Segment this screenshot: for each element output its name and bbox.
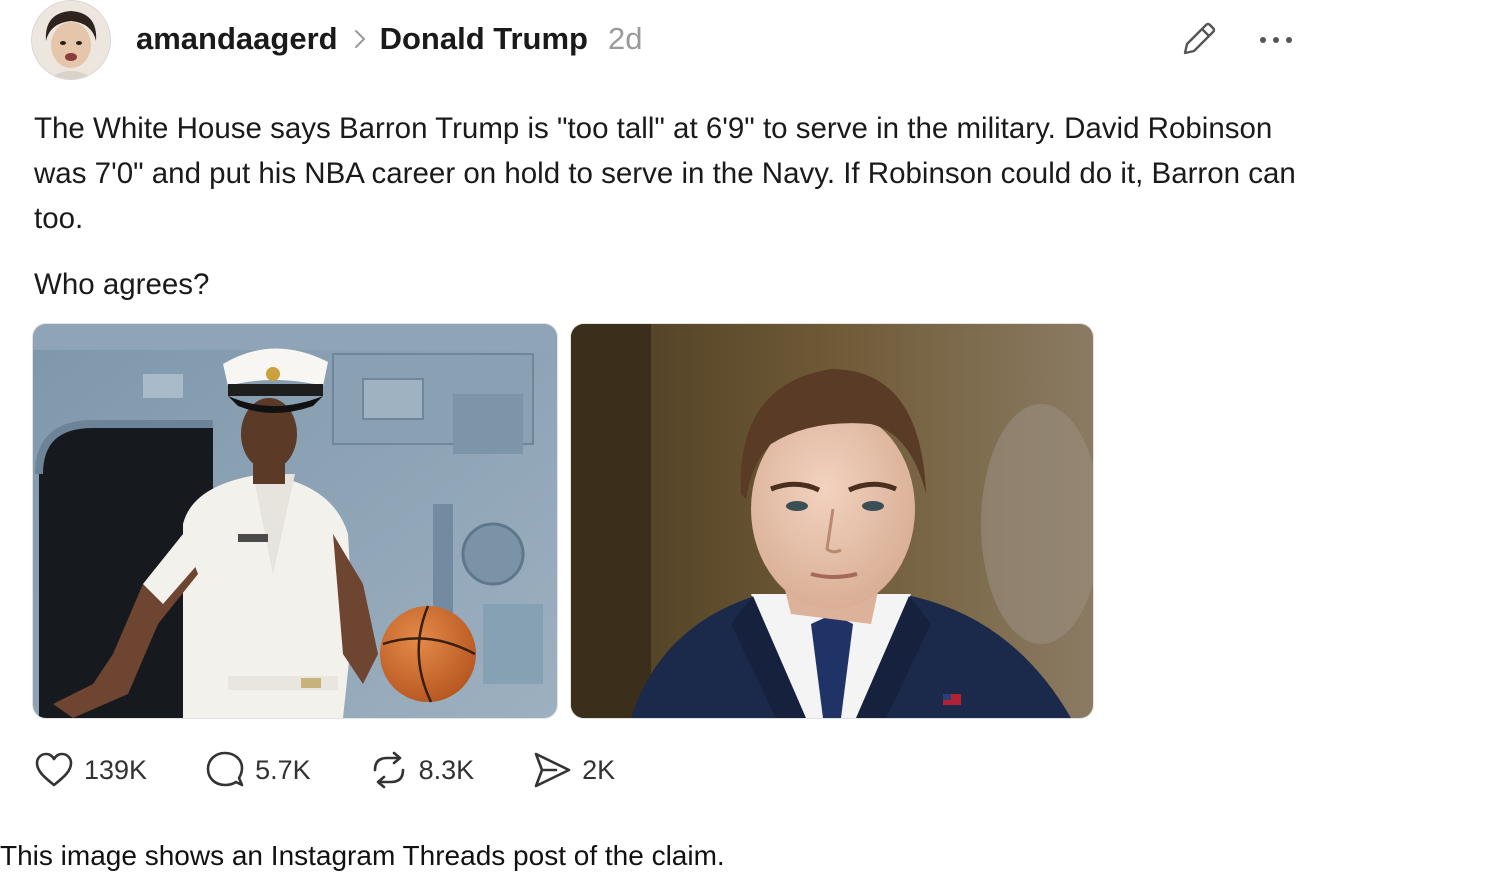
reply-count: 5.7K [255,754,311,785]
post-image-2[interactable] [570,323,1094,719]
image-caption: This image shows an Instagram Threads po… [0,840,725,871]
share-button[interactable]: 2K [530,748,615,792]
author-username[interactable]: amandaagerd [136,21,338,57]
pencil-icon [1183,22,1216,55]
action-bar: 139K 5.7K 8.3K 2K [32,745,615,795]
edit-button[interactable] [1178,18,1220,60]
more-options-button[interactable] [1252,22,1302,56]
post-text: The White House says Barron Trump is "to… [34,112,1296,235]
repost-button[interactable]: 8.3K [367,748,475,792]
post-image-1[interactable] [32,323,558,719]
avatar[interactable] [31,0,111,80]
reply-button[interactable]: 5.7K [203,748,311,792]
topic-link[interactable]: Donald Trump [380,21,588,57]
post-header: amandaagerd Donald Trump 2d [136,16,642,62]
chevron-right-icon [354,29,366,49]
post-question: Who agrees? [34,268,210,301]
threads-post: amandaagerd Donald Trump 2d The White Ho… [0,0,1492,820]
share-icon [534,752,571,788]
post-body: The White House says Barron Trump is "to… [34,106,1304,241]
heart-icon [35,752,73,787]
share-count: 2K [582,754,616,785]
more-options-icon [1260,37,1292,43]
like-count: 139K [84,754,148,785]
repost-count: 8.3K [418,754,475,785]
comment-icon [206,751,244,787]
post-timestamp: 2d [607,21,643,56]
repost-icon [373,751,404,789]
like-button[interactable]: 139K [32,748,147,792]
